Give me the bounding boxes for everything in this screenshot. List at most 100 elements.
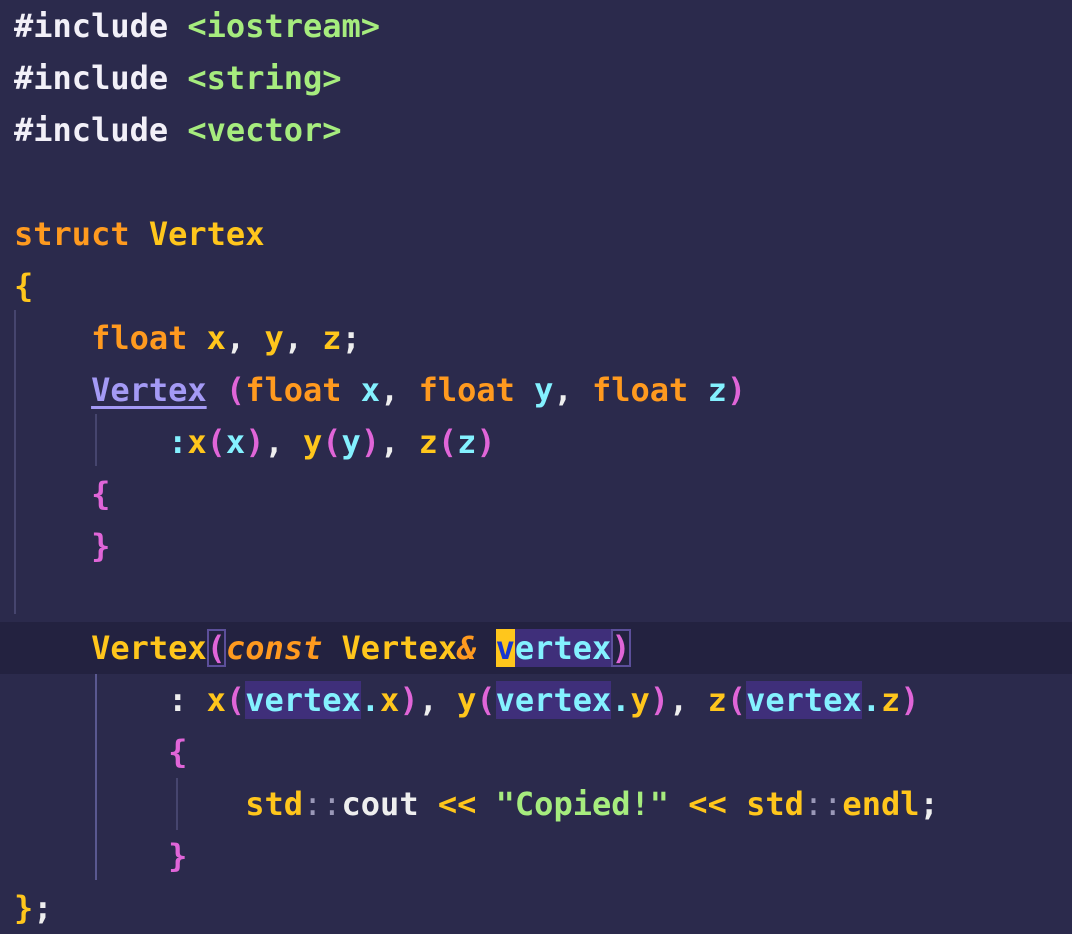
namespace-std: std [245,785,303,823]
include-header: <iostream> [187,7,381,45]
member-name: y [302,423,323,461]
close-paren: ) [476,423,496,461]
code-line[interactable]: float x, y, z; [0,312,1072,364]
member-name: y [630,681,650,719]
code-line[interactable]: :x(x), y(y), z(z) [0,416,1072,468]
code-line[interactable]: : x(vertex.x), y(vertex.y), z(vertex.z) [0,674,1072,726]
close-paren: ) [900,681,920,719]
preprocessor-directive: #include [14,7,169,45]
open-paren: ( [726,681,747,719]
scope-operator: :: [803,785,843,823]
code-line[interactable]: } [0,830,1072,882]
open-brace: { [91,475,111,513]
endl-identifier: endl [842,785,920,823]
member-access-dot: . [861,681,881,719]
close-paren: ) [649,681,670,719]
close-brace: } [91,527,111,565]
constructor-name[interactable]: Vertex [91,371,207,409]
close-paren: ) [360,423,381,461]
punctuation: , [380,423,419,461]
preprocessor-directive: #include [14,111,169,149]
member-name: z [418,423,438,461]
close-paren: ) [399,681,419,719]
matched-open-paren: ( [206,629,226,667]
scope-operator: :: [302,785,342,823]
member-name: z [880,681,901,719]
member-name: x [187,423,207,461]
code-line-empty[interactable] [0,572,1072,624]
param-name: x [225,423,246,461]
include-header: <string> [187,59,342,97]
type-keyword: float [418,371,515,409]
preprocessor-directive: #include [14,59,169,97]
param-reference-highlighted: vertex [746,681,862,719]
close-brace: } [168,837,188,875]
code-line[interactable]: #include <string> [0,52,1072,104]
code-line[interactable]: }; [0,882,1072,934]
close-paren: ) [245,423,265,461]
open-paren: ( [437,423,458,461]
code-line-empty[interactable] [0,156,1072,208]
code-line-current[interactable]: Vertex(const Vertex& vertex) [0,622,1072,674]
code-line[interactable]: { [0,468,1072,520]
member-name: y [457,681,477,719]
keyword-struct: struct [14,215,130,253]
open-paren: ( [225,371,246,409]
member-access-dot: . [360,681,381,719]
cout-identifier: cout [341,785,419,823]
param-name: z [457,423,477,461]
include-header: <vector> [187,111,342,149]
type-keyword: float [245,371,342,409]
open-brace: { [168,733,188,771]
punctuation: , [669,681,708,719]
close-paren: ) [726,371,747,409]
param-name: z [707,371,727,409]
param-name: y [341,423,361,461]
type-name: Vertex [341,629,458,667]
member-name: z [707,681,727,719]
punctuation: , [380,371,419,409]
code-line[interactable]: Vertex (float x, float y, float z) [0,364,1072,416]
type-keyword: float [91,319,188,357]
member-name: x [206,681,226,719]
param-reference-highlighted: vertex [495,681,612,719]
open-paren: ( [476,681,496,719]
reference-ampersand: & [457,629,477,667]
namespace-std: std [746,785,804,823]
open-paren: ( [206,423,226,461]
punctuation: ; [33,889,53,927]
code-line[interactable]: std::cout << "Copied!" << std::endl; [0,778,1072,830]
close-brace: } [14,889,34,927]
string-literal: "Copied!" [495,785,670,823]
stream-operator: << [688,785,727,823]
matched-close-paren: ) [611,629,631,667]
code-line[interactable]: } [0,520,1072,572]
open-brace: { [14,267,34,305]
init-colon: : [168,681,188,719]
param-reference-highlighted: vertex [245,681,361,719]
const-keyword: const [225,629,323,667]
stream-operator: << [437,785,477,823]
member-name: x [206,319,226,357]
code-line[interactable]: #include <iostream> [0,0,1072,52]
member-name: z [322,319,342,357]
param-name: y [534,371,554,409]
code-line[interactable]: { [0,726,1072,778]
type-keyword: float [591,371,689,409]
code-line[interactable]: { [0,260,1072,312]
punctuation: , [283,319,323,357]
open-paren: ( [322,423,342,461]
code-editor[interactable]: #include <iostream> #include <string> #i… [0,0,1072,934]
code-line[interactable]: struct Vertex [0,208,1072,260]
member-name: x [380,681,400,719]
open-paren: ( [225,681,246,719]
param-name: x [360,371,381,409]
punctuation: , [418,681,458,719]
code-line[interactable]: #include <vector> [0,104,1072,156]
constructor-name[interactable]: Vertex [91,629,207,667]
punctuation: ; [341,319,361,357]
text-cursor[interactable]: v [495,629,515,667]
member-name: y [264,319,284,357]
init-colon: : [168,423,188,461]
punctuation: ; [919,785,939,823]
